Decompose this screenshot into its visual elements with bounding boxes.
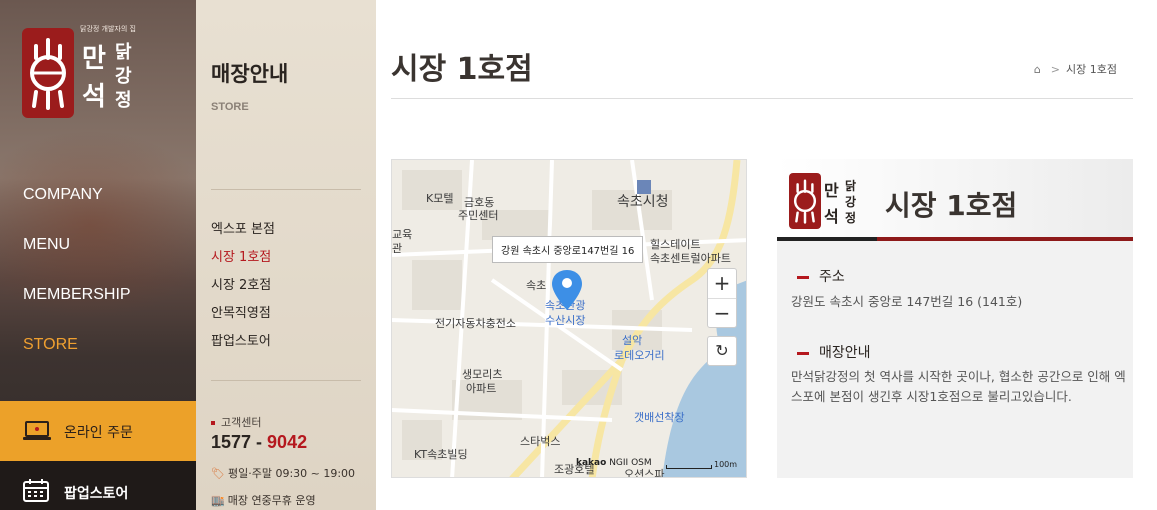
store-info-panel: 만 닭 강 정 석 시장 1호점 주소 강원도 속초시 중앙로 147번길 16…: [777, 159, 1133, 478]
main-nav: COMPANY MENU MEMBERSHIP STORE: [23, 185, 131, 385]
map-label: 속초: [526, 279, 547, 292]
map-label: 스타벅스: [520, 435, 561, 448]
map-label: 수산시장: [545, 314, 586, 327]
store-text: 만석닭강정의 첫 역사를 시작한 곳이나, 협소한 공간으로 인해 엑스포에 본…: [791, 369, 1126, 404]
map-label: 주민센터: [458, 209, 499, 222]
zoom-out-button[interactable]: −: [708, 299, 736, 329]
map-label: 속초시청: [617, 194, 669, 210]
accent-bar: [877, 237, 1133, 241]
map-label: 로데오거리: [614, 349, 665, 362]
logo-seal-icon: [22, 28, 74, 118]
submenu-item-market2[interactable]: 시장 2호점: [211, 278, 275, 306]
holiday-info: 🏬 매장 연중무휴 운영: [211, 494, 316, 507]
customer-phone: 1577 - 9042: [211, 432, 308, 452]
store-icon: 🏬: [211, 494, 225, 507]
logo-char: 만: [824, 181, 839, 200]
store-submenu: 엑스포 본점 시장 1호점 시장 2호점 안목직영점 팝업스토어: [211, 222, 275, 362]
zoom-control: + −: [707, 268, 737, 328]
logo-char: 정: [115, 90, 132, 111]
section-subtitle: STORE: [211, 101, 249, 113]
brand-logo[interactable]: 닭강정 개발자의 집 만 닭 강 정 석: [22, 24, 142, 120]
logo-char: 강: [845, 195, 857, 209]
popup-store-label: 팝업스토어: [64, 486, 129, 502]
section-title: 매장안내: [211, 62, 289, 86]
customer-center-label: 고객센터: [211, 414, 261, 430]
bullet-icon: [211, 421, 215, 425]
logo-char: 닭: [115, 42, 132, 63]
nav-item-menu[interactable]: MENU: [23, 235, 131, 285]
map-label: K모텔: [426, 192, 454, 205]
bullet-icon: [797, 275, 809, 279]
store-map[interactable]: K모텔 금호동 주민센터 속초시청 교육 관 힐스테이트 속초센트럴아파트 속초…: [391, 159, 747, 478]
title-divider: [391, 98, 1133, 99]
map-label: 아파트: [466, 382, 497, 395]
map-label: 전기자동차충전소: [435, 317, 516, 330]
map-credit: kakao NGII OSM: [576, 458, 652, 468]
zoom-in-button[interactable]: +: [708, 269, 736, 299]
map-label: 설악: [622, 334, 643, 347]
page-title: 시장 1호점: [391, 52, 533, 87]
address-popup: 강원 속초시 중앙로147번길 16: [492, 236, 644, 263]
scale-bar: [666, 465, 712, 469]
store-heading: 매장안내: [797, 342, 871, 362]
divider: [211, 189, 361, 190]
logo-char: 강: [115, 66, 132, 87]
address-text: 강원도 속초시 중앙로 147번길 16 (141호): [791, 294, 1023, 309]
brand-logo-small: 만 닭 강 정 석: [789, 173, 859, 229]
submenu-item-expo[interactable]: 엑스포 본점: [211, 222, 275, 250]
map-label: 관: [392, 242, 403, 255]
laptop-icon: [22, 420, 52, 446]
online-order-button[interactable]: 온라인 주문: [0, 401, 196, 461]
page: 닭강정 개발자의 집 만 닭 강 정 석 COMPANY MENU MEMBER…: [0, 0, 1157, 510]
info-title: 시장 1호점: [885, 189, 1018, 222]
map-label: 갯배선착장: [634, 411, 685, 424]
map-label: KT속초빌딩: [414, 448, 468, 461]
logo-char: 석: [824, 207, 839, 226]
breadcrumb: ⌂ > 시장 1호점: [1033, 63, 1117, 76]
submenu-item-anmok[interactable]: 안목직영점: [211, 306, 275, 334]
reset-view-button[interactable]: ↻: [707, 336, 737, 366]
sub-sidebar: 매장안내 STORE 엑스포 본점 시장 1호점 시장 2호점 안목직영점 팝업…: [196, 0, 376, 510]
map-label: 속초센트럴아파트: [650, 252, 731, 265]
business-hours: 🏷 평일·주말 09:30 ~ 19:00: [211, 467, 356, 480]
tag-icon: 🏷: [211, 467, 225, 480]
popup-store-button[interactable]: 팝업스토어: [0, 461, 196, 510]
nav-item-store[interactable]: STORE: [23, 335, 131, 385]
submenu-item-popup[interactable]: 팝업스토어: [211, 334, 275, 362]
logo-char: 만: [82, 44, 106, 74]
address-heading: 주소: [797, 266, 845, 286]
divider: [211, 380, 361, 381]
logo-char: 닭: [845, 179, 857, 193]
logo-char: 정: [845, 211, 857, 225]
home-icon[interactable]: ⌂: [1034, 63, 1041, 76]
nav-item-company[interactable]: COMPANY: [23, 185, 131, 235]
main-sidebar: 닭강정 개발자의 집 만 닭 강 정 석 COMPANY MENU MEMBER…: [0, 0, 196, 510]
logo-char: 석: [82, 82, 106, 112]
bullet-icon: [797, 351, 809, 355]
logo-seal-icon: [789, 173, 821, 229]
submenu-item-market1[interactable]: 시장 1호점: [211, 250, 275, 278]
info-header: 만 닭 강 정 석 시장 1호점: [777, 159, 1133, 241]
scale-label: 100m: [714, 460, 738, 469]
breadcrumb-current: 시장 1호점: [1066, 63, 1117, 76]
logo-tagline: 닭강정 개발자의 집: [80, 25, 136, 33]
location-pin-icon[interactable]: [552, 270, 582, 314]
nav-item-membership[interactable]: MEMBERSHIP: [23, 285, 131, 335]
online-order-label: 온라인 주문: [64, 425, 133, 441]
calendar-icon: [22, 479, 50, 507]
